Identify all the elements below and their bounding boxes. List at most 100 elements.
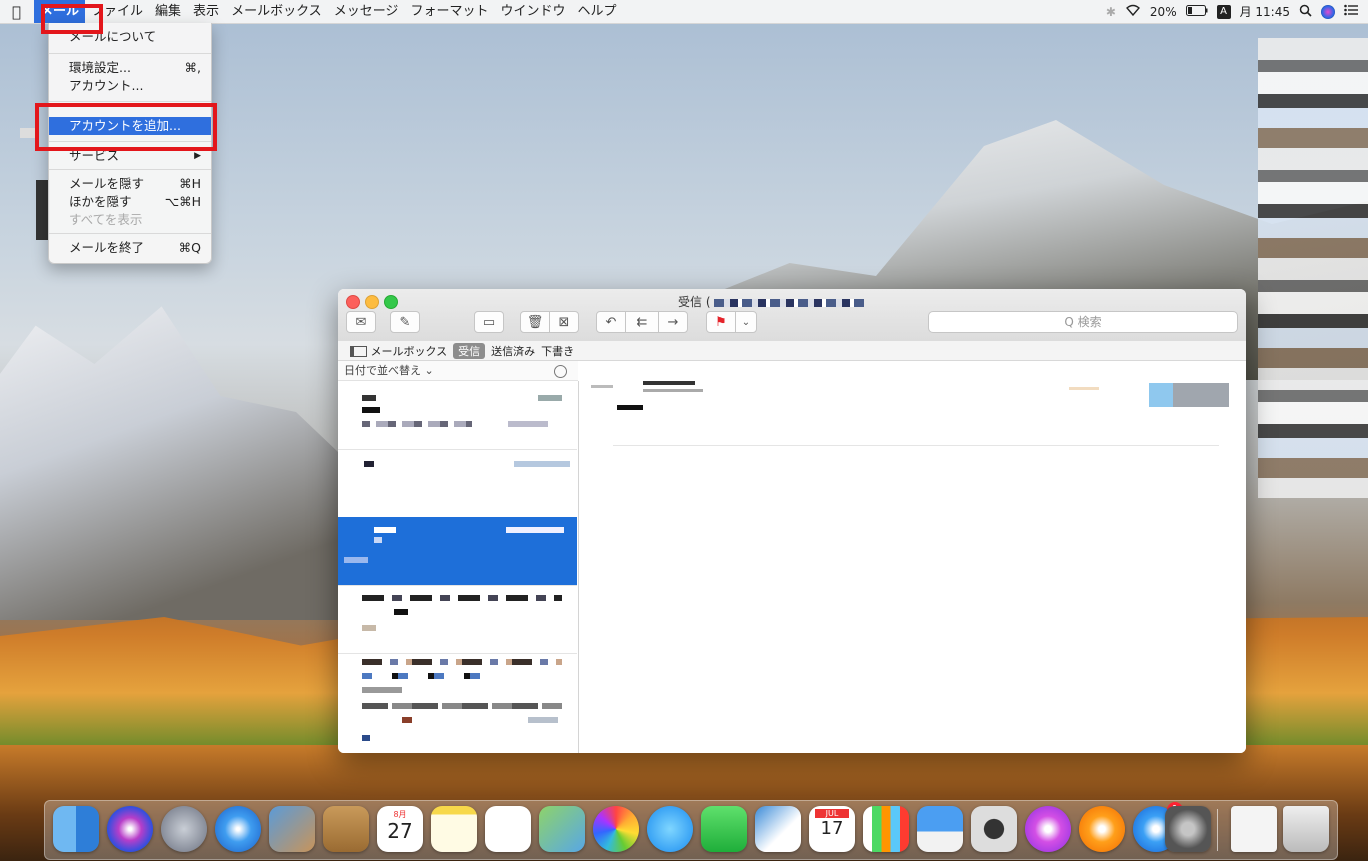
sort-by-date-button[interactable]: 日付で並べ替え ⌄ — [338, 361, 578, 381]
safari-icon[interactable] — [215, 806, 261, 852]
shortcut-label: ⌘, — [184, 60, 201, 75]
list-item-selected[interactable] — [338, 517, 577, 586]
close-window-button[interactable] — [346, 295, 360, 309]
reminders-icon[interactable] — [485, 806, 531, 852]
menu-view[interactable]: 表示 — [187, 0, 225, 23]
zoom-window-button[interactable] — [384, 295, 398, 309]
window-title: 受信 ( — [678, 293, 865, 310]
ical-icon[interactable]: JUL 17 — [809, 806, 855, 852]
spotlight-search-icon[interactable] — [1299, 4, 1312, 20]
menu-format[interactable]: フォーマット — [404, 0, 494, 23]
menu-file[interactable]: ファイル — [85, 0, 149, 23]
search-input[interactable]: Q 検索 — [928, 311, 1238, 333]
system-preferences-icon[interactable] — [1165, 806, 1211, 852]
reply-all-button[interactable]: ⇇ — [625, 311, 659, 333]
favorite-sent[interactable]: 送信済み — [491, 343, 535, 359]
battery-percent: 20% — [1149, 4, 1177, 19]
window-titlebar: 受信 ( ✉ ✎ ▭ 🗑 ⊠ ↶ ⇇ → ⚑ ⌄ Q 検索 — [338, 289, 1246, 342]
menu-item-hide-others[interactable]: ほかを隠す ⌥⌘H — [49, 193, 211, 211]
envelope-icon: ✉ — [355, 314, 367, 330]
siri-dock-icon[interactable] — [107, 806, 153, 852]
notes-icon[interactable] — [431, 806, 477, 852]
flag-button[interactable]: ⚑ — [706, 311, 736, 333]
document-icon[interactable] — [1231, 806, 1277, 852]
archive-button[interactable]: ▭ — [474, 311, 504, 333]
list-item[interactable] — [338, 449, 577, 518]
itunes-icon[interactable] — [1025, 806, 1071, 852]
menu-message[interactable]: メッセージ — [328, 0, 405, 23]
input-method-icon[interactable]: A — [1216, 4, 1231, 19]
menu-window[interactable]: ウインドウ — [494, 0, 571, 23]
notification-center-icon[interactable] — [1344, 4, 1358, 19]
menu-item-label: メールを終了 — [69, 240, 145, 255]
launchpad-icon[interactable] — [161, 806, 207, 852]
list-item[interactable] — [338, 653, 577, 753]
get-mail-button[interactable]: ✉ — [346, 311, 376, 333]
image-capture-icon[interactable] — [971, 806, 1017, 852]
flag-icon: ⚑ — [715, 314, 727, 330]
flag-menu-button[interactable]: ⌄ — [735, 311, 757, 333]
siri-icon[interactable] — [1321, 4, 1335, 19]
menu-item-hide-mail[interactable]: メールを隠す ⌘H — [49, 175, 211, 193]
keynote-icon[interactable] — [917, 806, 963, 852]
menu-item-accounts[interactable]: アカウント... — [49, 77, 211, 95]
forward-button[interactable]: → — [658, 311, 688, 333]
trash-icon: 🗑 — [526, 314, 544, 330]
menu-edit[interactable]: 編集 — [149, 0, 187, 23]
reply-icon: ↶ — [605, 314, 617, 330]
photos-icon[interactable] — [593, 806, 639, 852]
compose-button[interactable]: ✎ — [390, 311, 420, 333]
pixelated-desktop-icons — [1258, 38, 1368, 498]
menu-bar:  メール ファイル 編集 表示 メールボックス メッセージ フォーマット ウイ… — [0, 0, 1368, 24]
ical-month: JUL — [815, 809, 849, 818]
menu-item-about-mail[interactable]: メールについて — [49, 28, 211, 46]
menu-mail[interactable]: メール — [34, 0, 86, 23]
menu-item-services[interactable]: サービス ▶ — [49, 147, 211, 165]
menu-item-add-account[interactable]: アカウントを追加... — [49, 117, 211, 135]
archive-icon: ▭ — [482, 314, 496, 330]
wifi-icon[interactable] — [1125, 4, 1141, 19]
textedit-icon[interactable] — [755, 806, 801, 852]
reply-all-icon: ⇇ — [636, 314, 648, 330]
calendar-icon[interactable]: 8月 27 — [377, 806, 423, 852]
numbers-icon[interactable] — [863, 806, 909, 852]
bluetooth-icon[interactable]: ✱ — [1106, 5, 1116, 19]
apple-icon[interactable]:  — [12, 3, 34, 21]
chevron-down-icon: ⌄ — [741, 316, 751, 328]
ibooks-icon[interactable] — [1079, 806, 1125, 852]
maps-icon[interactable] — [539, 806, 585, 852]
menu-separator — [49, 53, 211, 54]
menubar-clock[interactable]: 月 11:45 — [1240, 3, 1290, 20]
minimize-window-button[interactable] — [365, 295, 379, 309]
menu-item-label: ほかを隠す — [69, 194, 132, 209]
favorite-drafts[interactable]: 下書き — [541, 343, 574, 359]
menu-item-show-all: すべてを表示 — [49, 211, 211, 229]
finder-icon[interactable] — [53, 806, 99, 852]
battery-icon[interactable] — [1185, 4, 1208, 19]
favorite-inbox[interactable]: 受信 — [453, 342, 486, 359]
trash-dock-icon[interactable] — [1283, 806, 1329, 852]
menu-mailbox[interactable]: メールボックス — [225, 0, 328, 23]
messages-icon[interactable] — [647, 806, 693, 852]
mail-dock-icon[interactable] — [269, 806, 315, 852]
delete-button[interactable]: 🗑 — [520, 311, 550, 333]
menu-separator — [49, 141, 211, 142]
filter-icon[interactable] — [554, 365, 567, 378]
message-list[interactable] — [338, 381, 579, 753]
mailboxes-toggle[interactable]: メールボックス — [350, 343, 447, 359]
menu-item-label: 環境設定... — [69, 60, 131, 75]
compose-icon: ✎ — [399, 314, 411, 330]
menu-item-quit-mail[interactable]: メールを終了 ⌘Q — [49, 239, 211, 257]
list-item[interactable] — [338, 381, 577, 450]
ical-day: 17 — [820, 818, 844, 839]
menu-item-label: メールについて — [69, 29, 157, 44]
menu-item-preferences[interactable]: 環境設定... ⌘, — [49, 59, 211, 77]
reply-button[interactable]: ↶ — [596, 311, 626, 333]
list-item[interactable] — [338, 585, 577, 654]
menu-item-label: アカウント... — [69, 78, 144, 93]
facetime-icon[interactable] — [701, 806, 747, 852]
desktop-item-icon[interactable] — [20, 128, 38, 138]
menu-help[interactable]: ヘルプ — [571, 0, 622, 23]
junk-button[interactable]: ⊠ — [549, 311, 579, 333]
contacts-icon[interactable] — [323, 806, 369, 852]
